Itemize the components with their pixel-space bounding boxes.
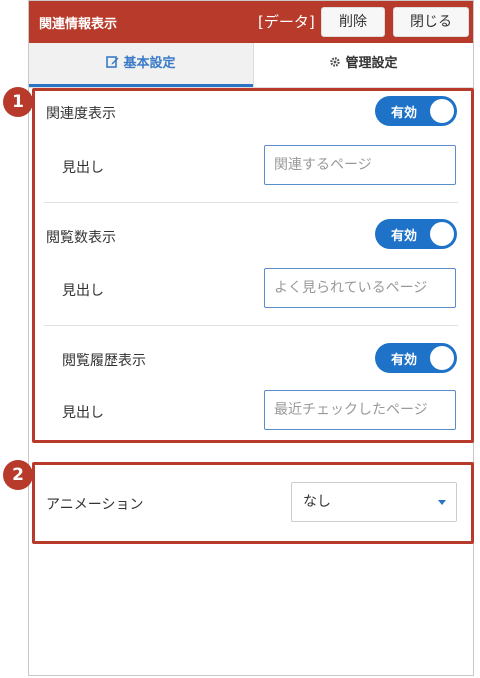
data-label[interactable]: [データ] [258,11,315,32]
history-heading-label: 見出し [62,405,104,421]
gear-icon [329,43,341,85]
history-display-toggle[interactable]: 有効 [375,343,457,373]
history-display-label: 閲覧履歴表示 [62,353,146,369]
toggle-knob [430,346,454,370]
tab-basic-settings-label: 基本設定 [123,56,176,71]
related-display-toggle[interactable]: 有効 [375,96,457,126]
views-heading-label: 見出し [62,283,104,299]
tab-admin-settings[interactable]: 管理設定 [253,43,473,87]
toggle-knob [430,99,454,123]
related-display-label: 関連度表示 [46,106,116,122]
views-display-toggle[interactable]: 有効 [375,219,457,249]
related-heading-label: 見出し [62,160,104,176]
animation-select[interactable]: なし [291,482,457,522]
delete-button[interactable]: 削除 [321,7,385,37]
history-heading-input[interactable] [264,390,456,430]
toggle-label: 有効 [391,229,418,244]
toggle-knob [430,222,454,246]
animation-select-value: なし [303,494,331,510]
tab-admin-settings-label: 管理設定 [345,56,398,71]
toggle-label: 有効 [391,106,418,121]
animation-label: アニメーション [46,497,144,513]
panel-header: 関連情報表示 [データ] 削除 閉じる [29,1,473,43]
edit-icon [106,43,119,85]
toggle-label: 有効 [391,353,418,368]
views-display-label: 閲覧数表示 [46,230,116,246]
callout-badge-2: 2 [3,460,33,490]
close-button[interactable]: 閉じる [393,7,469,37]
tab-basic-settings[interactable]: 基本設定 [29,43,253,87]
divider [44,325,458,326]
tab-bar: 基本設定 管理設定 [29,43,473,88]
caret-down-icon [438,500,446,505]
panel-title: 関連情報表示 [39,17,118,32]
views-heading-input[interactable] [264,268,456,308]
related-heading-input[interactable] [264,145,456,185]
divider [44,202,458,203]
callout-badge-1: 1 [3,87,33,117]
